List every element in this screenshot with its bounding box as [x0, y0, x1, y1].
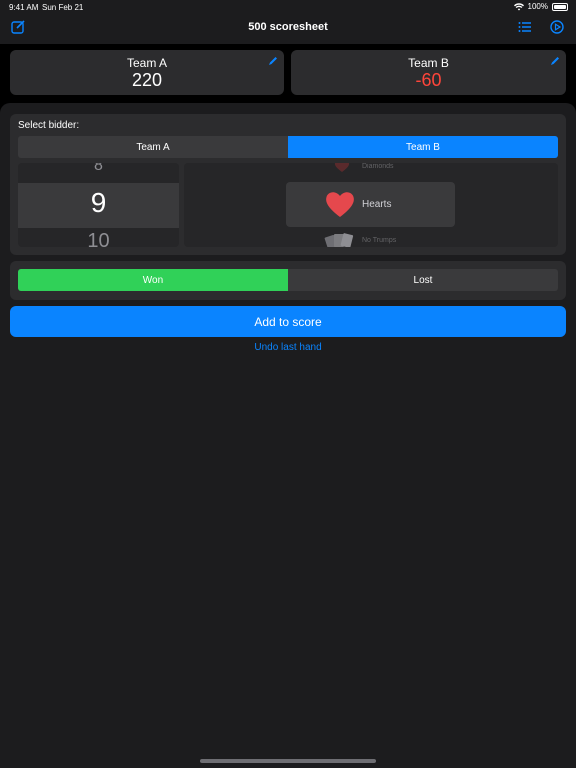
battery-icon: [552, 2, 568, 11]
wifi-icon: [513, 2, 524, 10]
navigation-bar: 9:41 AM Sun Feb 21 100% 500 scoresheet: [0, 0, 576, 44]
status-time: 9:41 AM: [9, 3, 39, 12]
bidder-segmented-control[interactable]: Team A Team B: [18, 136, 558, 158]
team-a-score: 220: [131, 70, 163, 90]
edit-pencil-icon[interactable]: [268, 56, 278, 66]
team-b-card[interactable]: Team B -60: [291, 50, 566, 95]
page-title: 500 scoresheet: [248, 21, 328, 33]
suit-above-label[interactable]: Diamonds: [362, 163, 394, 170]
picker-number-below[interactable]: 10: [18, 230, 179, 247]
add-to-score-button[interactable]: Add to score: [10, 306, 566, 337]
diamonds-icon: [334, 163, 350, 172]
bid-number-picker[interactable]: 8 9 10: [18, 163, 179, 247]
suit-below-label[interactable]: No Trumps: [362, 237, 396, 244]
team-b-score: -60: [415, 70, 442, 90]
status-bar: 9:41 AM Sun Feb 21 100%: [0, 0, 576, 14]
result-option-won[interactable]: Won: [18, 269, 288, 291]
result-option-lost[interactable]: Lost: [288, 269, 558, 291]
picker-number-selected[interactable]: 9: [18, 187, 179, 219]
status-right: 100%: [513, 2, 568, 11]
hearts-icon: [326, 192, 354, 217]
undo-last-hand-link[interactable]: Undo last hand: [0, 342, 576, 353]
status-date: Sun Feb 21: [42, 3, 84, 12]
suit-selected-label[interactable]: Hearts: [362, 199, 391, 210]
bidder-option-team-b[interactable]: Team B: [288, 136, 558, 158]
battery-percent: 100%: [527, 2, 548, 11]
result-segmented-control[interactable]: Won Lost: [18, 269, 558, 291]
no-trumps-cards-icon: [324, 233, 354, 247]
bidder-option-team-a[interactable]: Team A: [18, 136, 288, 158]
suit-picker[interactable]: Diamonds Hearts No Trumps: [184, 163, 558, 247]
list-icon[interactable]: [518, 20, 532, 34]
bid-group: Select bidder: Team A Team B 8 9 10 Diam…: [10, 114, 566, 255]
picker-number-above[interactable]: 8: [18, 163, 179, 175]
team-a-name: Team A: [126, 56, 168, 70]
team-b-name: Team B: [408, 56, 449, 70]
select-bidder-label: Select bidder:: [18, 120, 80, 131]
home-indicator[interactable]: [200, 759, 376, 763]
team-a-card[interactable]: Team A 220: [10, 50, 284, 95]
result-group: Won Lost: [10, 261, 566, 300]
play-circle-icon[interactable]: [550, 20, 564, 34]
edit-pencil-icon[interactable]: [550, 56, 560, 66]
